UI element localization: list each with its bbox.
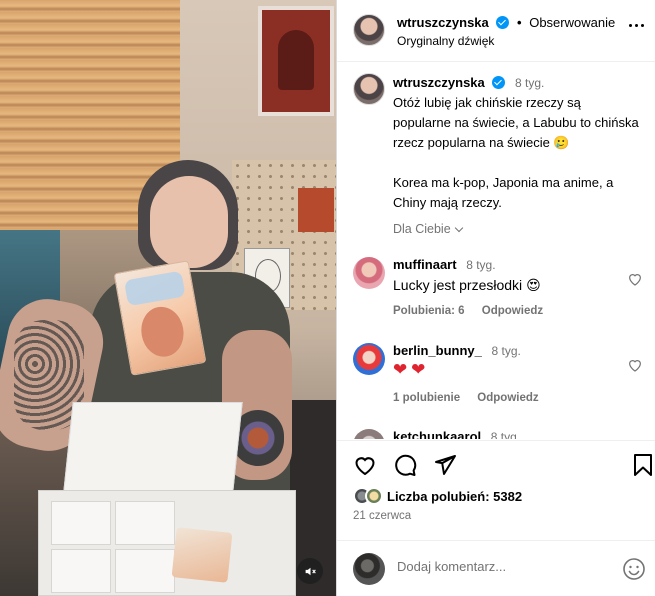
comment-username[interactable]: ketchunkaarol — [393, 429, 481, 439]
likes-count[interactable]: Liczba polubień: 5382 — [387, 489, 522, 504]
chevron-down-icon — [454, 223, 463, 233]
comment-item: ketchunkaarol 8 tyg. — [353, 429, 643, 439]
person-face — [150, 176, 228, 268]
like-comment-heart-icon[interactable] — [627, 357, 643, 373]
muted-speaker-icon — [305, 567, 316, 575]
comment-username[interactable]: berlin_bunny_ — [393, 343, 482, 358]
share-icon[interactable] — [433, 453, 457, 477]
avatar[interactable] — [353, 429, 385, 439]
add-comment-bar — [337, 540, 655, 596]
following-button[interactable]: Obserwowanie — [529, 15, 615, 30]
avatar[interactable] — [353, 257, 385, 289]
audio-link[interactable]: Oryginalny dźwięk — [397, 34, 494, 48]
display-box-base — [38, 490, 296, 596]
comment-icon[interactable] — [393, 453, 417, 477]
caption-time: 8 tyg. — [515, 76, 545, 90]
comment-time: 8 tyg. — [490, 430, 521, 439]
avatar[interactable] — [353, 73, 385, 105]
comment-item: berlin_bunny_ 8 tyg. ❤ ❤ 1 polubienie Od… — [353, 343, 643, 413]
heart-icon[interactable] — [353, 453, 377, 477]
comment-time: 8 tyg. — [491, 344, 521, 358]
likes-summary[interactable]: Liczba polubień: 5382 — [353, 486, 522, 506]
see-translation-link[interactable]: Dla Ciebie — [393, 222, 463, 236]
caption-username[interactable]: wtruszczynska — [393, 75, 485, 90]
post-date[interactable]: 21 czerwca — [353, 510, 411, 522]
like-comment-heart-icon[interactable] — [627, 271, 643, 287]
emoji-icon[interactable] — [622, 557, 646, 581]
wall-poster — [258, 6, 334, 116]
comment-likes-count[interactable]: Polubienia: 6 — [393, 305, 465, 317]
comment-likes-count[interactable]: 1 polubienie — [393, 392, 460, 404]
comments-list[interactable]: wtruszczynska 8 tyg. Otóż lubię jak chiń… — [337, 63, 655, 439]
red-heart-emoji-icon: ❤ — [393, 360, 408, 379]
red-frame — [298, 188, 334, 232]
post-details-panel: wtruszczynska • Obserwowanie Oryginalny … — [336, 0, 655, 596]
blind-box-package-2 — [171, 527, 233, 583]
verified-badge-icon — [492, 76, 506, 89]
avatar[interactable] — [353, 343, 385, 375]
heart-eyes-emoji-icon: 😍 — [526, 277, 541, 293]
comment-username[interactable]: muffinaart — [393, 257, 457, 272]
post-actions-bar — [337, 440, 655, 486]
bookmark-icon[interactable] — [632, 453, 654, 477]
avatar — [365, 487, 383, 505]
display-box-lid — [63, 402, 243, 492]
comment-time: 8 tyg. — [466, 258, 496, 272]
comment-input[interactable] — [397, 559, 607, 574]
caption-text: Otóż lubię jak chińskie rzeczy są popula… — [393, 95, 639, 210]
verified-badge-icon — [496, 16, 510, 29]
more-options-icon[interactable] — [629, 24, 644, 27]
separator-dot: • — [517, 15, 522, 30]
avatar[interactable] — [353, 14, 385, 46]
post-header: wtruszczynska • Obserwowanie Oryginalny … — [337, 0, 655, 62]
author-username[interactable]: wtruszczynska — [397, 15, 489, 30]
comment-item: muffinaart 8 tyg. Lucky jest przesłodki … — [353, 257, 643, 327]
reply-button[interactable]: Odpowiedz — [477, 392, 538, 404]
comment-text: Lucky jest przesłodki — [393, 277, 523, 293]
mute-button[interactable] — [297, 558, 323, 584]
reply-button[interactable]: Odpowiedz — [482, 305, 543, 317]
red-heart-emoji-icon: ❤ — [411, 360, 426, 379]
post-media[interactable] — [0, 0, 336, 596]
avatar — [353, 553, 385, 585]
